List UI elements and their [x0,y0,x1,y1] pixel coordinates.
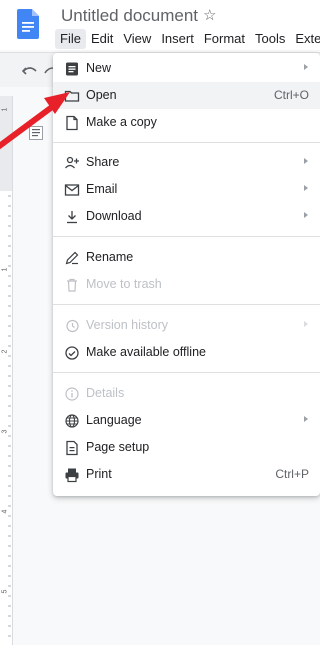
menu-item-label: Open [86,88,117,102]
globe-icon [65,414,79,428]
google-docs-logo-icon[interactable] [17,9,39,39]
printer-icon [65,468,79,483]
menu-divider [53,372,320,373]
menu-item-language[interactable]: Language [53,407,320,434]
ruler-number: 3 [1,429,9,434]
ruler-number: 1 [1,267,9,272]
menu-item-rename[interactable]: Rename [53,244,320,271]
offline-check-icon [65,346,79,360]
menu-item-share[interactable]: Share [53,149,320,176]
menu-item-new[interactable]: New [53,55,320,82]
history-icon [66,319,79,333]
menu-divider [53,142,320,143]
trash-icon [67,278,77,292]
menu-bar: File Edit View Insert Format Tools Exter [55,29,320,49]
rename-pencil-icon [65,251,79,265]
menu-item-label: New [86,61,112,75]
menu-edit[interactable]: Edit [86,29,118,49]
submenu-arrow-icon [304,185,308,191]
ruler-number: 1 [1,107,9,112]
submenu-arrow-icon [304,416,308,422]
menu-file[interactable]: File [55,29,86,49]
keyboard-shortcut: Ctrl+P [275,467,309,481]
menu-item-move-to-trash: Move to trash [53,271,320,298]
menu-item-email[interactable]: Email [53,176,320,203]
submenu-arrow-icon [304,64,308,70]
menu-tools[interactable]: Tools [250,29,290,49]
menu-item-label: Make a copy [86,115,157,129]
menu-item-label: Details [86,386,125,400]
share-person-icon [65,156,79,169]
menu-item-version-history: Version history [53,312,320,339]
menu-item-details: Details [53,380,320,407]
menu-item-label: Version history [86,318,168,332]
document-outline-icon[interactable] [29,126,43,140]
menu-divider [53,304,320,305]
submenu-arrow-icon [304,321,308,327]
ruler-number: 5 [1,589,9,594]
menu-item-make-a-copy[interactable]: Make a copy [53,109,320,136]
copy-icon [66,115,78,131]
ruler-ticks [8,195,11,637]
keyboard-shortcut: Ctrl+O [273,88,309,102]
menu-item-label: Email [86,182,118,196]
email-icon [64,184,80,196]
folder-icon [64,90,80,102]
menu-item-label: Share [86,155,120,169]
menu-extensions[interactable]: Exter [290,29,320,49]
menu-insert[interactable]: Insert [156,29,199,49]
title-bar: Untitled document ☆ File Edit View Inser… [0,0,320,50]
menu-item-open[interactable]: Open Ctrl+O [53,82,320,109]
page-setup-icon [66,440,78,456]
menu-item-label: Language [86,413,142,427]
submenu-arrow-icon [304,212,308,218]
menu-view[interactable]: View [118,29,156,49]
menu-item-make-available-offline[interactable]: Make available offline [53,339,320,366]
menu-item-label: Download [86,209,142,223]
download-icon [67,211,77,224]
new-document-icon [66,62,78,76]
vertical-ruler: 1 1 2 3 4 5 [0,96,13,645]
undo-icon[interactable] [22,62,38,78]
menu-format[interactable]: Format [199,29,250,49]
menu-item-print[interactable]: Print Ctrl+P [53,461,320,488]
menu-item-label: Make available offline [86,345,206,359]
menu-item-label: Rename [86,250,134,264]
menu-item-label: Move to trash [86,277,162,291]
menu-item-label: Print [86,467,112,481]
menu-item-label: Page setup [86,440,150,454]
ruler-number: 2 [1,349,9,354]
menu-divider [53,236,320,237]
submenu-arrow-icon [304,158,308,164]
file-menu-dropdown: New Open Ctrl+O Make a copy Share Email [53,53,320,496]
star-icon[interactable]: ☆ [203,6,216,24]
document-title[interactable]: Untitled document [61,6,198,26]
info-icon [65,387,79,401]
ruler-number: 4 [1,509,9,514]
menu-item-download[interactable]: Download [53,203,320,230]
menu-item-page-setup[interactable]: Page setup [53,434,320,461]
